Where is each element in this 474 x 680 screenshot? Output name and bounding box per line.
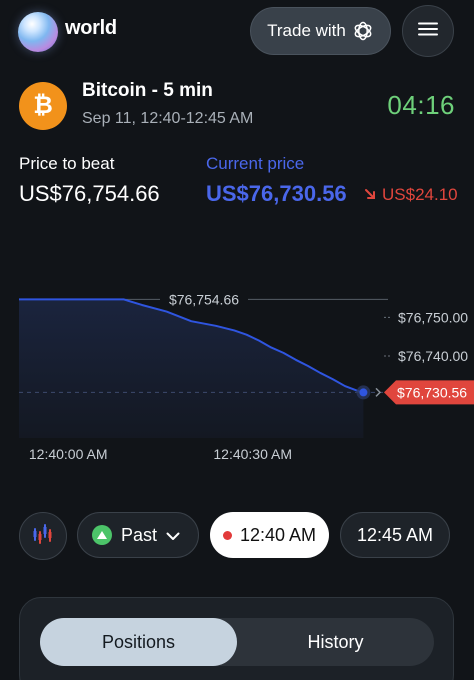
countdown-timer: 04:16 (387, 90, 455, 120)
market-title: Bitcoin - 5 min (82, 80, 213, 101)
trade-with-button[interactable]: Trade with (250, 7, 391, 55)
candlestick-chart-icon (31, 523, 55, 550)
target-price-label: $76,754.66 (169, 291, 239, 307)
top-bar: world Trade with (0, 0, 474, 64)
chart-type-button[interactable] (19, 512, 67, 560)
chevron-right-icon (375, 387, 382, 397)
price-chart-svg: $76,754.66 $76,750.00 $76,740.00 12:40:00 A… (19, 291, 474, 462)
current-price-tag-label: $76,730.56 (397, 384, 467, 400)
arrow-up-icon (92, 525, 112, 545)
x-tick-label: 12:40:30 AM (213, 446, 292, 462)
past-label: Past (121, 524, 158, 545)
price-change: US$24.10 (364, 185, 458, 205)
arrow-down-right-icon (364, 185, 376, 205)
price-chart[interactable]: $76,754.66 $76,750.00 $76,740.00 12:40:00 A… (0, 252, 474, 474)
positions-panel: Positions History (19, 597, 454, 680)
y-tick-label: $76,740.00 (398, 348, 468, 364)
chart-controls: Past 12:40 AM 12:45 AM (0, 510, 474, 560)
y-tick-label: $76,750.00 (398, 309, 468, 325)
live-indicator-icon (222, 530, 232, 540)
menu-button[interactable] (402, 5, 454, 57)
current-point (359, 388, 368, 397)
current-price-value: US$76,730.56 (206, 181, 347, 206)
current-window-button[interactable]: 12:40 AM (210, 512, 329, 558)
openai-icon (352, 20, 374, 42)
chevron-down-icon (166, 525, 180, 546)
next-window-button[interactable]: 12:45 AM (340, 512, 450, 558)
positions-tabs: Positions History (40, 618, 434, 666)
past-dropdown[interactable]: Past (77, 512, 199, 558)
tab-history[interactable]: History (237, 618, 434, 666)
bitcoin-icon: ₿ (19, 82, 67, 130)
next-window-label: 12:45 AM (356, 524, 434, 545)
current-window-label: 12:40 AM (239, 524, 317, 545)
brand-name[interactable]: world (65, 17, 117, 40)
market-time-range: Sep 11, 12:40-12:45 AM (82, 110, 254, 127)
trade-with-label: Trade with (267, 21, 346, 40)
tab-positions[interactable]: Positions (40, 618, 237, 666)
price-to-beat-value: US$76,754.66 (19, 181, 160, 206)
price-change-value: US$24.10 (382, 185, 458, 204)
world-logo-icon[interactable] (18, 12, 58, 52)
x-tick-label: 12:40:00 AM (29, 446, 108, 462)
current-price-label: Current price (206, 154, 305, 173)
price-summary: Price to beat US$76,754.66 Current price… (0, 152, 474, 212)
price-to-beat-label: Price to beat (19, 154, 115, 173)
market-header: ₿ Bitcoin - 5 min Sep 11, 12:40-12:45 AM… (0, 72, 474, 142)
hamburger-menu-icon (418, 22, 438, 41)
